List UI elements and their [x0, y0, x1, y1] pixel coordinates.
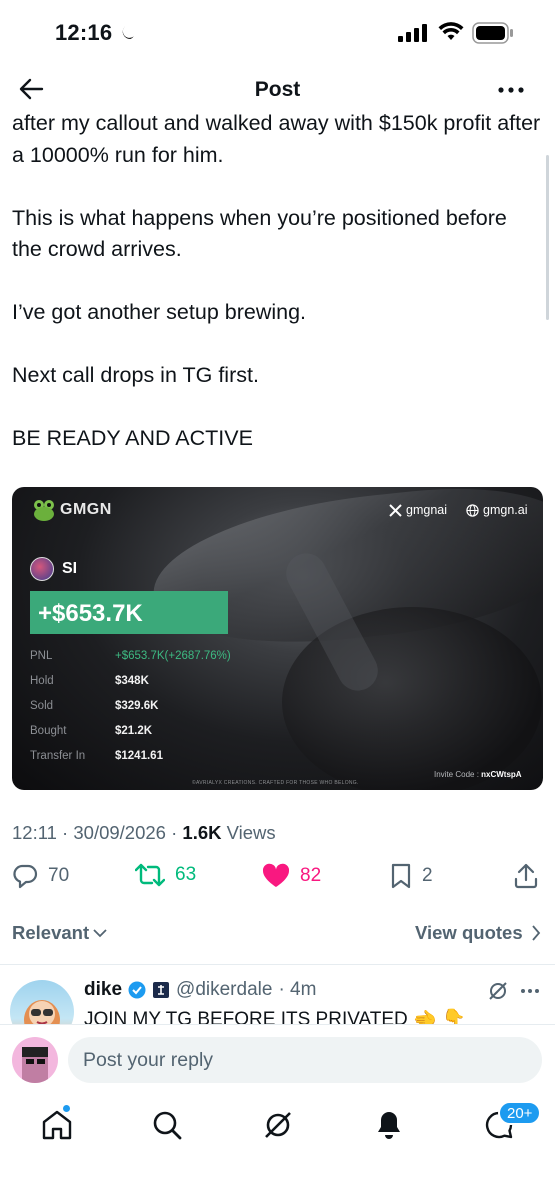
page-title: Post: [254, 78, 301, 101]
moon-icon: [122, 26, 134, 39]
top-header: Post: [0, 66, 555, 112]
messages-badge: 20+: [498, 1101, 542, 1125]
stat-value: +$653.7K(+2687.76%): [115, 649, 231, 662]
tweet-paragraph: BE READY AND ACTIVE: [12, 426, 253, 450]
reply-icon: [13, 864, 38, 889]
invite-code-value: nxCWtspA: [481, 770, 522, 779]
share-button[interactable]: [514, 863, 538, 889]
stat-value: $1241.61: [115, 749, 163, 762]
token-symbol: SI: [62, 560, 78, 577]
bookmark-button[interactable]: 2: [390, 863, 433, 889]
reply-author-name[interactable]: dike: [84, 979, 122, 1001]
heart-filled-icon: [262, 863, 290, 887]
stat-label: Transfer In: [30, 749, 86, 762]
card-x-handle-text: gmgnai: [406, 503, 447, 517]
bookmark-count: 2: [422, 865, 433, 886]
view-quotes-label: View quotes: [415, 922, 523, 943]
view-quotes-link[interactable]: View quotes: [415, 922, 541, 944]
search-icon[interactable]: [150, 1108, 184, 1142]
x-logo-icon: [389, 503, 402, 517]
wifi-icon: [438, 22, 464, 40]
tweet-media-card[interactable]: GMGN gmgnai gmgn.ai SI +$653.7K PNL +$65…: [12, 487, 543, 790]
views-count[interactable]: 1.6K: [182, 822, 221, 843]
grok-icon[interactable]: [487, 980, 509, 1002]
stat-label: Bought: [30, 724, 67, 737]
stat-row: Bought $21.2K: [30, 718, 231, 743]
tweet-paragraph: after my callout and walked away with $1…: [12, 111, 541, 167]
tweet-paragraph: I’ve got another setup brewing.: [12, 300, 307, 324]
reply-handle: @dikerdale: [176, 979, 273, 1000]
scrollbar-thumb[interactable]: [546, 155, 549, 320]
tweet-paragraph: Next call drops in TG first.: [12, 363, 259, 387]
like-count: 82: [300, 865, 322, 886]
chevron-down-icon: [93, 929, 107, 938]
affiliate-badge-icon: [153, 982, 170, 998]
tweet-meta: 12:11 · 30/09/2026 · 1.6K Views: [12, 822, 276, 844]
status-bar: 12:16: [0, 0, 555, 62]
stat-row: Sold $329.6K: [30, 693, 231, 718]
status-time: 12:16: [55, 20, 113, 45]
chevron-right-icon: [531, 925, 540, 941]
brand-name: GMGN: [60, 501, 112, 518]
tweet-text: after my callout and walked away with $1…: [12, 108, 542, 486]
tweet-timestamp: 12:11 · 30/09/2026 ·: [12, 822, 183, 843]
invite-code: Invite Code : nxCWtspA: [434, 770, 522, 779]
card-website: gmgn.ai: [466, 503, 527, 517]
stat-value: $348K: [115, 674, 149, 687]
sort-relevant-label: Relevant: [12, 922, 90, 943]
reply-composer: [0, 1024, 555, 1092]
stat-label: Sold: [30, 699, 54, 712]
share-icon: [514, 863, 538, 889]
tweet-paragraph: This is what happens when you’re positio…: [12, 205, 507, 262]
gmgn-logo: GMGN: [32, 499, 112, 521]
user-avatar[interactable]: [12, 1037, 58, 1083]
pnl-headline: +$653.7K: [30, 591, 228, 634]
stat-value: $329.6K: [115, 699, 159, 712]
battery-icon: [472, 22, 513, 44]
reply-button[interactable]: 70: [12, 863, 69, 889]
stats-table: PNL +$653.7K(+2687.76%) Hold $348K Sold …: [30, 643, 231, 768]
grok-tab-icon[interactable]: [261, 1108, 295, 1142]
home-notification-dot: [62, 1104, 71, 1113]
views-label: Views: [221, 822, 276, 843]
pixel-avatar-illustration: [22, 1047, 48, 1083]
bookmark-icon: [391, 863, 411, 889]
stat-row: Transfer In $1241.61: [30, 743, 231, 768]
reply-time: · 4m: [278, 979, 317, 1000]
card-website-text: gmgn.ai: [483, 503, 528, 517]
divider: [0, 964, 555, 965]
globe-icon: [466, 503, 479, 517]
repost-button[interactable]: 63: [135, 863, 196, 887]
stat-row: PNL +$653.7K(+2687.76%): [30, 643, 231, 668]
frog-logo-icon: [34, 500, 54, 521]
repost-icon: [135, 863, 165, 887]
token-avatar: [30, 557, 54, 581]
signal-icon: [398, 24, 427, 42]
reply-count: 70: [48, 865, 70, 886]
repost-count: 63: [175, 864, 197, 885]
card-x-handle: gmgnai: [389, 503, 447, 517]
like-button[interactable]: 82: [262, 863, 321, 889]
reply-more-options-icon[interactable]: [520, 988, 540, 994]
card-footer-note: ©AVRIALYX CREATIONS. CRAFTED FOR THOSE W…: [192, 780, 359, 786]
sort-relevant-dropdown[interactable]: Relevant: [12, 922, 107, 944]
invite-label: Invite Code :: [434, 770, 482, 779]
stat-label: Hold: [30, 674, 54, 687]
reply-author: dike @dikerdale · 4m: [84, 979, 316, 1001]
reply-input[interactable]: [68, 1037, 542, 1083]
stat-value: $21.2K: [115, 724, 153, 737]
more-options-icon[interactable]: [498, 86, 524, 94]
bell-icon[interactable]: [372, 1108, 406, 1142]
card-token: SI: [30, 557, 77, 581]
stat-row: Hold $348K: [30, 668, 231, 693]
bottom-tab-bar: 20+: [0, 1092, 555, 1200]
verified-badge-icon: [128, 981, 146, 999]
tweet-actions: 70 63 82 2: [0, 863, 555, 893]
stat-label: PNL: [30, 649, 53, 662]
home-icon[interactable]: [40, 1108, 74, 1142]
